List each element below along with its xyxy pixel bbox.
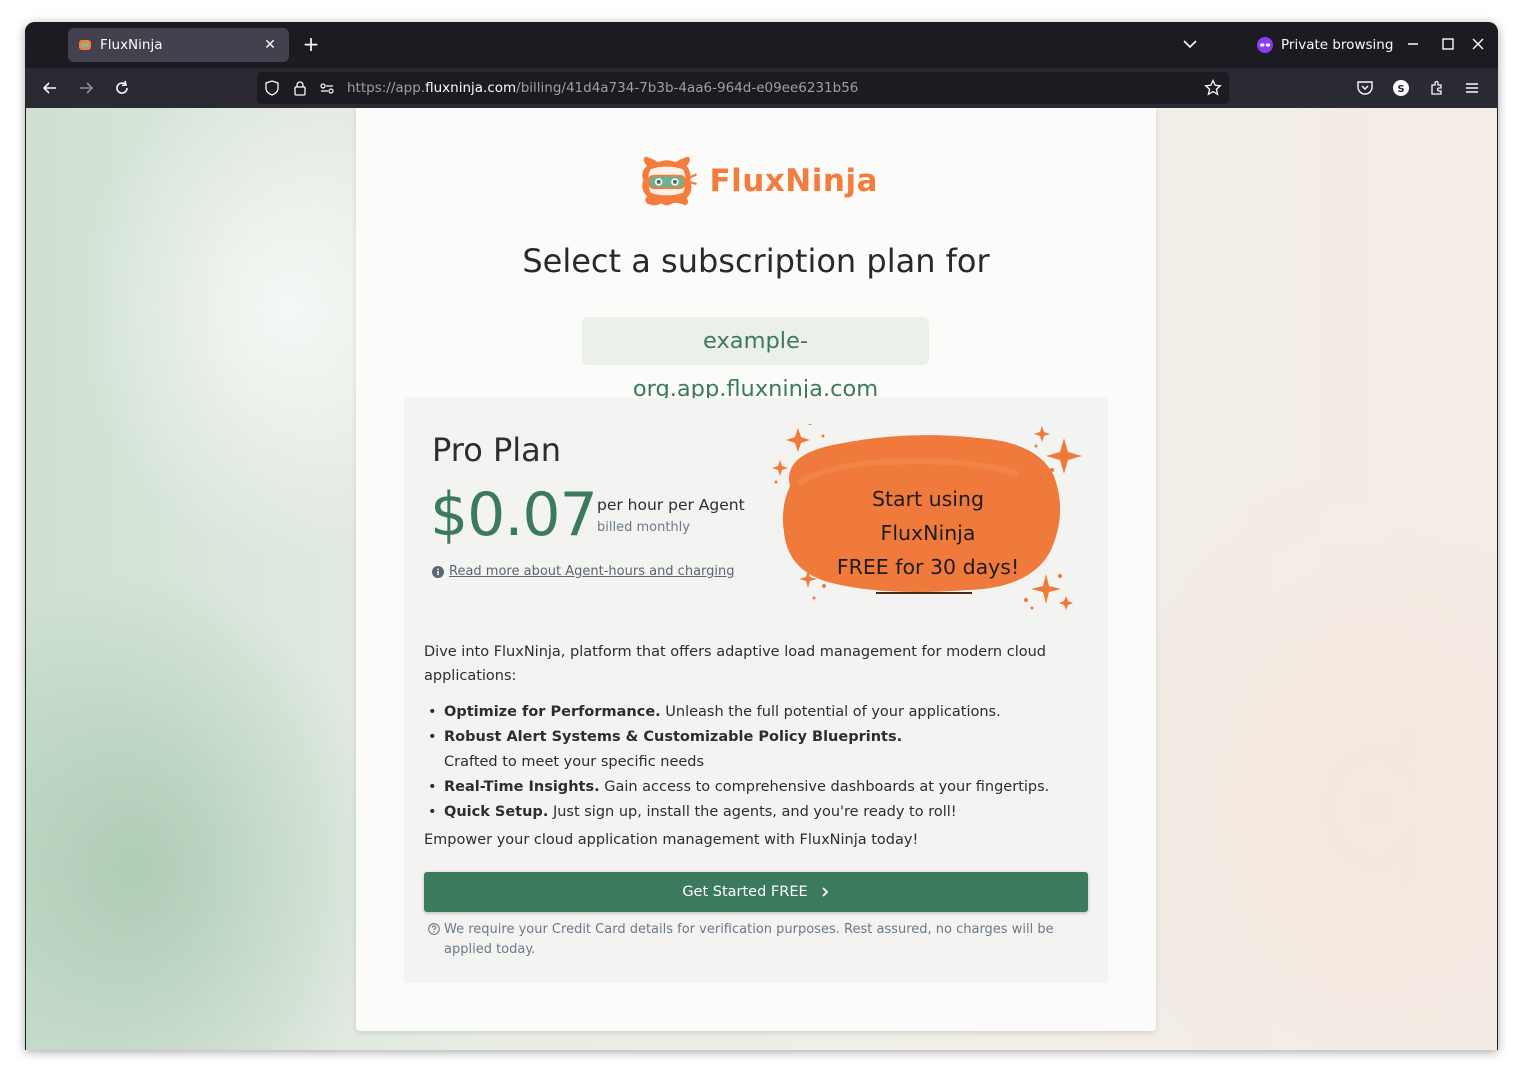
close-tab-icon[interactable]: ✕ [261, 37, 279, 53]
billing-card: FluxNinja Select a subscription plan for… [356, 108, 1156, 1031]
price-unit: per hour per Agent [597, 496, 745, 514]
info-icon [432, 565, 444, 578]
org-domain-badge: example-org.app.fluxninja.com [582, 317, 929, 402]
back-icon[interactable] [38, 76, 62, 100]
feature-title: Real-Time Insights. [444, 778, 600, 795]
promo-line-1: Start using [872, 487, 984, 511]
feature-title: Optimize for Performance. [444, 704, 661, 720]
private-browsing-indicator: Private browsing [1257, 34, 1393, 56]
get-started-label: Get Started FREE [682, 884, 808, 900]
tab-strip: FluxNinja ✕ + Private browsing [25, 22, 1498, 68]
promo-line-2: FluxNinja [880, 521, 976, 545]
closing-text: Empower your cloud application managemen… [424, 832, 919, 848]
feature-list: Optimize for Performance. Unleash the fu… [424, 700, 1084, 825]
hamburger-menu-icon[interactable] [1460, 76, 1484, 100]
read-more-link[interactable]: Read more about Agent-hours and charging [449, 564, 735, 579]
billing-period: billed monthly [597, 520, 690, 535]
browser-window: FluxNinja ✕ + Private browsing https://a… [25, 22, 1498, 1050]
promo-underline [876, 592, 972, 594]
url-text[interactable]: https://app.fluxninja.com/billing/41d4a7… [347, 80, 858, 96]
tab-fluxninja[interactable]: FluxNinja ✕ [68, 28, 289, 62]
feature-item: Robust Alert Systems & Customizable Poli… [424, 725, 1084, 774]
url-path: /billing/41d4a734-7b3b-4aa6-964d-e09ee62… [516, 80, 859, 96]
minimize-icon[interactable] [1403, 34, 1423, 54]
navigation-toolbar: https://app.fluxninja.com/billing/41d4a7… [25, 68, 1498, 108]
private-mask-icon [1257, 37, 1273, 53]
plan-panel: Pro Plan $0.07 per hour per Agent billed… [404, 398, 1108, 983]
page-title: Select a subscription plan for [522, 242, 990, 280]
fluxninja-logo: FluxNinja [638, 151, 878, 211]
tab-title: FluxNinja [100, 37, 163, 53]
page-viewport[interactable]: FluxNinja Select a subscription plan for… [26, 108, 1497, 1050]
feature-text: Unleash the full potential of your appli… [665, 704, 1001, 720]
plan-description: Dive into FluxNinja, platform that offer… [424, 644, 1046, 684]
extensions-icon[interactable] [1425, 76, 1449, 100]
site-permissions-icon[interactable] [318, 79, 336, 97]
pocket-icon[interactable] [1353, 76, 1377, 100]
lock-icon[interactable] [291, 79, 309, 97]
forward-icon[interactable] [74, 76, 98, 100]
question-circle-icon [428, 923, 440, 935]
feature-title: Robust Alert Systems & Customizable Poli… [444, 729, 903, 745]
get-started-button[interactable]: Get Started FREE [424, 872, 1088, 912]
url-prefix: https://app. [347, 80, 426, 96]
free-trial-promo: Start using FluxNinja FREE for 30 days! [768, 424, 1088, 614]
feature-text: Just sign up, install the agents, and yo… [552, 803, 957, 820]
fluxninja-favicon-icon [79, 40, 91, 50]
account-avatar-icon[interactable]: S [1389, 76, 1413, 100]
plan-price: $0.07 [430, 480, 598, 550]
bookmark-star-icon[interactable] [1204, 79, 1222, 97]
maximize-icon[interactable] [1438, 34, 1458, 54]
read-more-row: Read more about Agent-hours and charging [432, 564, 735, 579]
promo-text: Start using FluxNinja FREE for 30 days! [828, 482, 1028, 584]
feature-item: Quick Setup. Just sign up, install the a… [424, 800, 1084, 825]
promo-line-3: FREE for 30 days! [836, 555, 1020, 579]
tracking-protection-shield-icon[interactable] [263, 79, 281, 97]
credit-card-note: We require your Credit Card details for … [426, 920, 1086, 960]
feature-title: Quick Setup. [444, 803, 549, 820]
address-bar[interactable]: https://app.fluxninja.com/billing/41d4a7… [257, 72, 1229, 104]
vertical-scrollbar[interactable] [1488, 108, 1496, 1048]
chevron-right-icon [822, 887, 828, 897]
reload-icon[interactable] [110, 76, 134, 100]
feature-item: Optimize for Performance. Unleash the fu… [424, 700, 1084, 725]
logo-wordmark: FluxNinja [709, 163, 878, 199]
fluxninja-ninja-logo-icon [642, 156, 697, 206]
url-host: fluxninja.com [425, 80, 517, 96]
feature-text: Gain access to comprehensive dashboards … [604, 778, 1050, 795]
private-browsing-label: Private browsing [1281, 37, 1394, 53]
svg-text:S: S [1397, 84, 1404, 95]
note-text: We require your Credit Card details for … [444, 922, 1054, 957]
plan-name: Pro Plan [432, 431, 562, 469]
list-all-tabs-icon[interactable] [1180, 34, 1200, 54]
feature-item: Real-Time Insights. Gain access to compr… [424, 775, 1084, 800]
feature-text: Crafted to meet your specific needs [444, 753, 705, 770]
new-tab-icon[interactable]: + [299, 32, 323, 56]
close-window-icon[interactable] [1468, 34, 1488, 54]
